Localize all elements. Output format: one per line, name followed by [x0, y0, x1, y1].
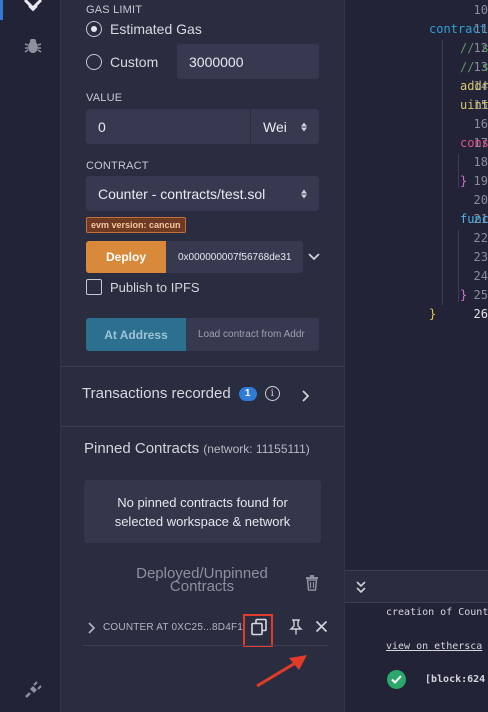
value-amount: 0 — [98, 118, 106, 135]
code-line: } — [460, 174, 468, 188]
chevron-down-icon[interactable] — [307, 250, 321, 264]
value-label: VALUE — [86, 92, 123, 104]
value-unit-select[interactable]: Wei — [250, 109, 319, 144]
contract-label: CONTRACT — [86, 160, 149, 172]
evm-version-badge: evm version: cancun — [86, 217, 186, 233]
code-editor[interactable]: 10 11 12 13 14 15 16 17 18 19 20 21 22 2… — [344, 0, 488, 570]
deploy-run-panel: GAS LIMIT Estimated Gas Custom 3000000 V… — [61, 0, 344, 712]
contract-select[interactable]: Counter - contracts/test.sol — [86, 176, 319, 211]
code-line: contract — [429, 22, 487, 36]
radio-unselected-icon — [86, 54, 102, 70]
terminal-panel: creation of Counte view on ethersca [blo… — [344, 570, 488, 712]
terminal-header — [345, 570, 488, 603]
pinned-empty-message: No pinned contracts found for selected w… — [84, 480, 321, 543]
transactions-count-badge: 1 — [238, 386, 257, 401]
custom-gas-input[interactable]: 3000000 — [177, 44, 319, 79]
code-line: // s — [460, 60, 488, 74]
trash-icon[interactable] — [305, 575, 319, 591]
double-chevron-down-icon[interactable] — [355, 580, 367, 594]
transactions-label: Transactions recorded — [82, 385, 231, 402]
active-indicator — [0, 0, 3, 20]
info-icon[interactable]: i — [264, 386, 280, 401]
select-arrows-icon — [301, 122, 307, 131]
transactions-recorded-toggle[interactable]: Transactions recorded 1 i — [82, 385, 280, 402]
deployed-contract-name: COUNTER AT 0XC25...8D4F1 — [103, 622, 244, 633]
constructor-args-input[interactable]: 0x000000007f56768de31 — [166, 241, 303, 273]
code-line: addr — [460, 79, 488, 93]
pinned-network-label: (network: 11155111) — [203, 442, 310, 456]
pinned-contracts-label: Pinned Contracts — [84, 440, 200, 457]
code-line: uint — [460, 98, 488, 112]
block-info: [block:624 — [425, 674, 486, 685]
close-icon[interactable] — [315, 620, 328, 633]
estimated-gas-label: Estimated Gas — [110, 21, 202, 37]
line-number: 20 — [473, 193, 488, 207]
deployed-contract-item[interactable]: COUNTER AT 0XC25...8D4F1 — [83, 614, 333, 647]
line-number: 22 — [473, 231, 488, 245]
publish-ipfs-label: Publish to IPFS — [110, 279, 200, 295]
divider — [61, 426, 344, 427]
pin-icon[interactable] — [289, 619, 303, 635]
empty-message-line2: selected workspace & network — [114, 513, 291, 529]
line-number: 18 — [473, 155, 488, 169]
copy-icon[interactable] — [250, 618, 268, 636]
code-line: // s — [460, 41, 488, 55]
deploy-run-icon[interactable] — [22, 0, 44, 18]
deployed-contracts-title: Deployed/Unpinned Contracts — [107, 566, 297, 594]
line-number: 23 — [473, 250, 488, 264]
icon-rail — [0, 0, 61, 712]
annotation-arrow-icon — [256, 655, 307, 688]
radio-selected-icon — [86, 21, 102, 37]
line-number-current: 26 — [473, 307, 488, 321]
plugin-manager-icon[interactable] — [22, 679, 44, 701]
contract-selected: Counter - contracts/test.sol — [98, 185, 266, 202]
success-check-icon — [387, 670, 406, 689]
custom-gas-radio[interactable]: Custom — [86, 54, 158, 70]
debugger-icon[interactable] — [22, 35, 44, 57]
custom-gas-value: 3000000 — [189, 53, 244, 70]
etherscan-link[interactable]: view on ethersca — [386, 641, 482, 652]
line-number: 10 — [473, 3, 488, 17]
deploy-button[interactable]: Deploy — [86, 241, 166, 273]
pinned-contracts-title: Pinned Contracts (network: 11155111) — [84, 440, 310, 457]
code-line: } — [460, 288, 468, 302]
line-number: 24 — [473, 269, 488, 283]
terminal-message: creation of Counte — [386, 607, 488, 618]
estimated-gas-radio[interactable]: Estimated Gas — [86, 21, 202, 37]
select-arrows-icon — [301, 189, 307, 198]
chevron-right-icon[interactable] — [301, 389, 311, 403]
checkbox-icon — [86, 279, 102, 295]
line-number: 16 — [473, 117, 488, 131]
at-address-button[interactable]: At Address — [86, 318, 186, 351]
value-input[interactable]: 0 — [86, 109, 250, 144]
value-unit-label: Wei — [263, 118, 287, 135]
code-line: cons — [460, 136, 488, 150]
publish-ipfs-checkbox[interactable]: Publish to IPFS — [86, 279, 200, 295]
at-address-input[interactable]: Load contract from Addr — [186, 318, 319, 351]
custom-gas-label: Custom — [110, 54, 159, 70]
code-line: } — [429, 307, 437, 321]
divider — [83, 645, 328, 646]
divider — [61, 366, 344, 367]
chevron-right-icon[interactable] — [87, 621, 97, 635]
empty-message-line1: No pinned contracts found for — [117, 494, 288, 510]
gas-limit-label: GAS LIMIT — [86, 4, 143, 16]
code-line: func — [460, 212, 488, 226]
